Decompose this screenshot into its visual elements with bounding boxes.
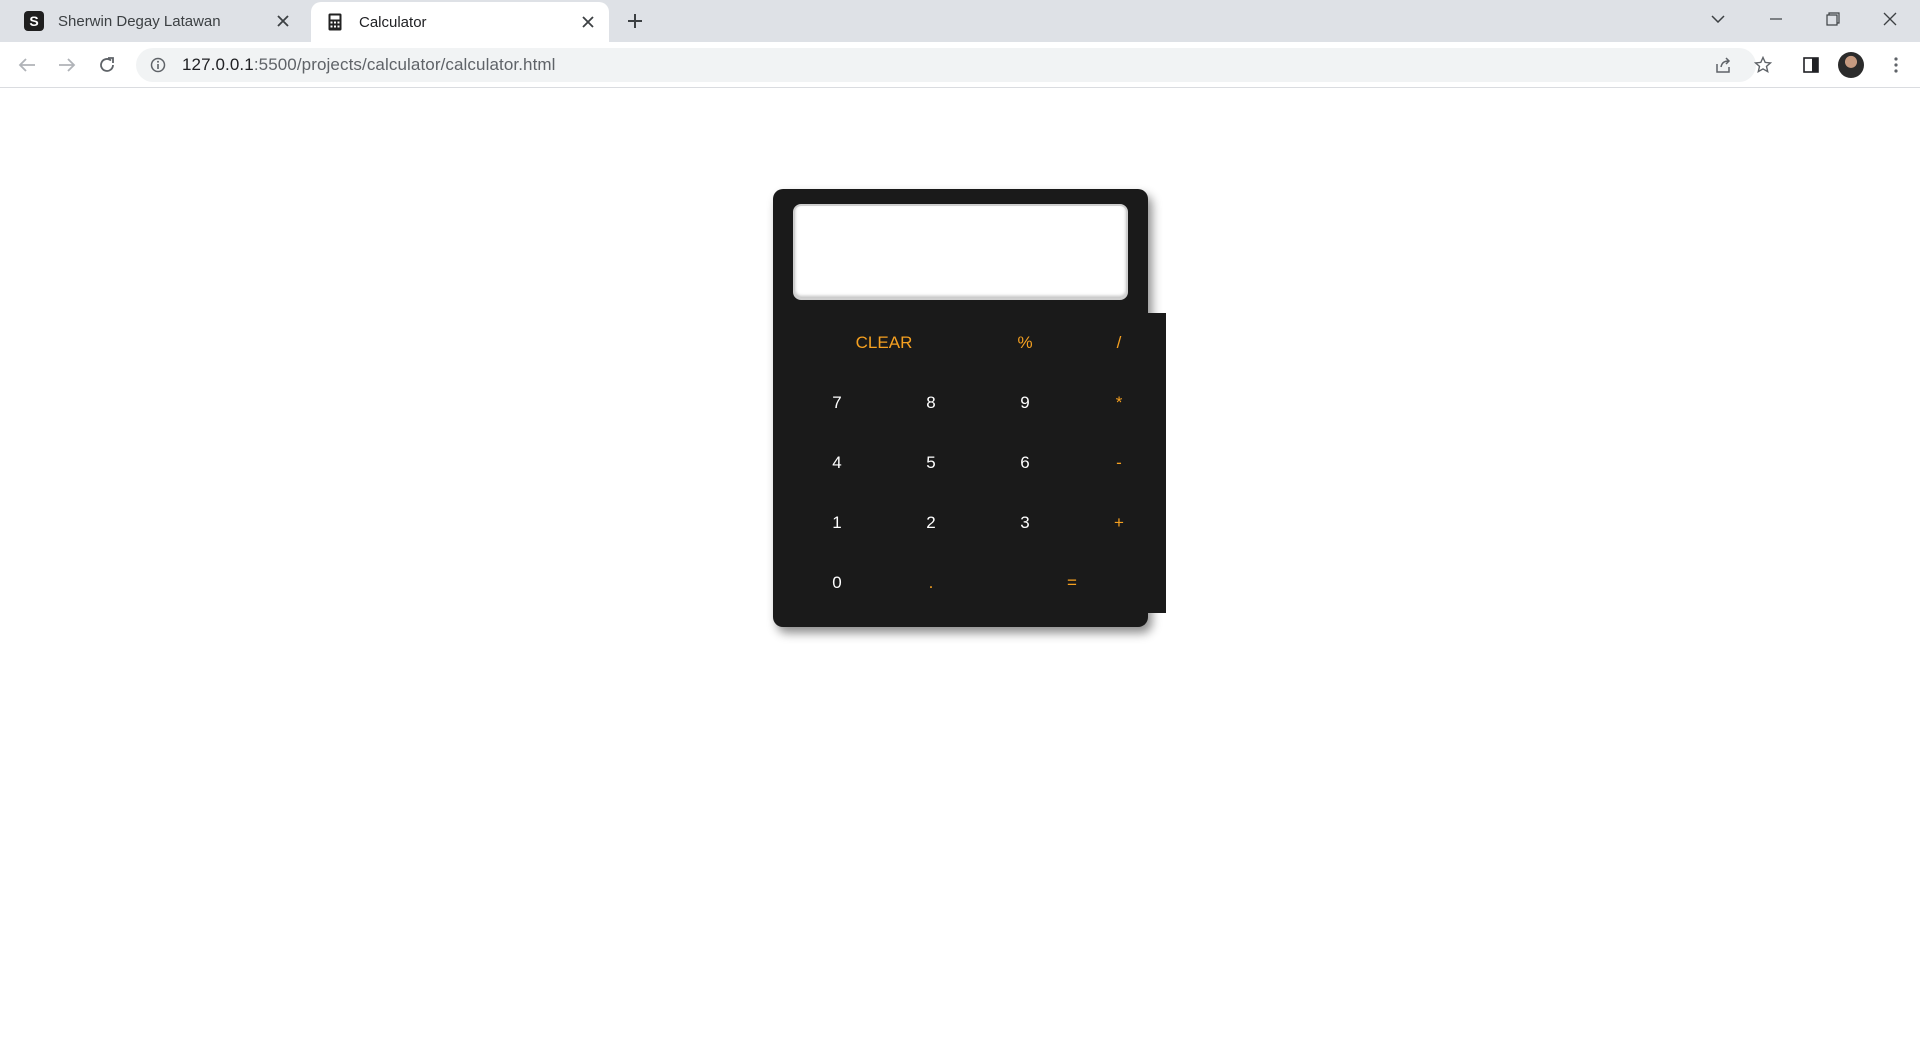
digit-5-button[interactable]: 5 <box>884 433 978 493</box>
calculator-icon <box>325 12 345 32</box>
digit-8-button[interactable]: 8 <box>884 373 978 433</box>
divide-button[interactable]: / <box>1072 313 1166 373</box>
tab-title: Calculator <box>359 13 427 31</box>
calculator: CLEAR % / 7 8 9 * 4 5 6 - 1 2 3 + 0 . = <box>773 189 1166 627</box>
more-menu-icon[interactable] <box>1880 49 1912 81</box>
forward-icon[interactable] <box>51 49 83 81</box>
minus-button[interactable]: - <box>1072 433 1166 493</box>
digit-9-button[interactable]: 9 <box>978 373 1072 433</box>
url-host: 127.0.0.1 <box>182 55 254 74</box>
decimal-button[interactable]: . <box>884 553 978 613</box>
back-icon[interactable] <box>11 49 43 81</box>
calculator-display[interactable] <box>793 204 1128 300</box>
restore-icon[interactable] <box>1805 0 1861 38</box>
percent-button[interactable]: % <box>978 313 1072 373</box>
equals-button[interactable]: = <box>978 553 1166 613</box>
digit-1-button[interactable]: 1 <box>790 493 884 553</box>
close-window-icon[interactable] <box>1862 0 1918 38</box>
tab-title: Sherwin Degay Latawan <box>58 12 221 30</box>
digit-6-button[interactable]: 6 <box>978 433 1072 493</box>
digit-4-button[interactable]: 4 <box>790 433 884 493</box>
browser-toolbar: 127.0.0.1:5500/projects/calculator/calcu… <box>0 42 1920 88</box>
address-bar[interactable]: 127.0.0.1:5500/projects/calculator/calcu… <box>136 48 1756 82</box>
clear-button[interactable]: CLEAR <box>790 313 978 373</box>
digit-2-button[interactable]: 2 <box>884 493 978 553</box>
url-path: :5500/projects/calculator/calculator.htm… <box>253 55 556 74</box>
site-info-icon[interactable] <box>148 55 168 75</box>
tab-calculator[interactable]: Calculator <box>311 2 609 42</box>
close-tab-icon[interactable] <box>575 9 601 35</box>
new-tab-icon[interactable] <box>620 7 650 35</box>
url-text[interactable]: 127.0.0.1:5500/projects/calculator/calcu… <box>182 55 556 75</box>
site-favicon: S <box>24 11 44 31</box>
tab-sherwin[interactable]: S Sherwin Degay Latawan <box>0 0 310 42</box>
plus-button[interactable]: + <box>1072 493 1166 553</box>
share-icon[interactable] <box>1707 49 1739 81</box>
reload-icon[interactable] <box>91 49 123 81</box>
bookmark-star-icon[interactable] <box>1747 49 1779 81</box>
digit-7-button[interactable]: 7 <box>790 373 884 433</box>
profile-avatar[interactable] <box>1838 52 1864 78</box>
close-tab-icon[interactable] <box>270 8 296 34</box>
digit-3-button[interactable]: 3 <box>978 493 1072 553</box>
multiply-button[interactable]: * <box>1072 373 1166 433</box>
tab-strip: S Sherwin Degay Latawan Calculator <box>0 0 1920 42</box>
digit-0-button[interactable]: 0 <box>790 553 884 613</box>
tab-search-chevron-icon[interactable] <box>1690 0 1746 38</box>
side-panel-icon[interactable] <box>1795 49 1827 81</box>
minimize-icon[interactable] <box>1748 0 1804 38</box>
